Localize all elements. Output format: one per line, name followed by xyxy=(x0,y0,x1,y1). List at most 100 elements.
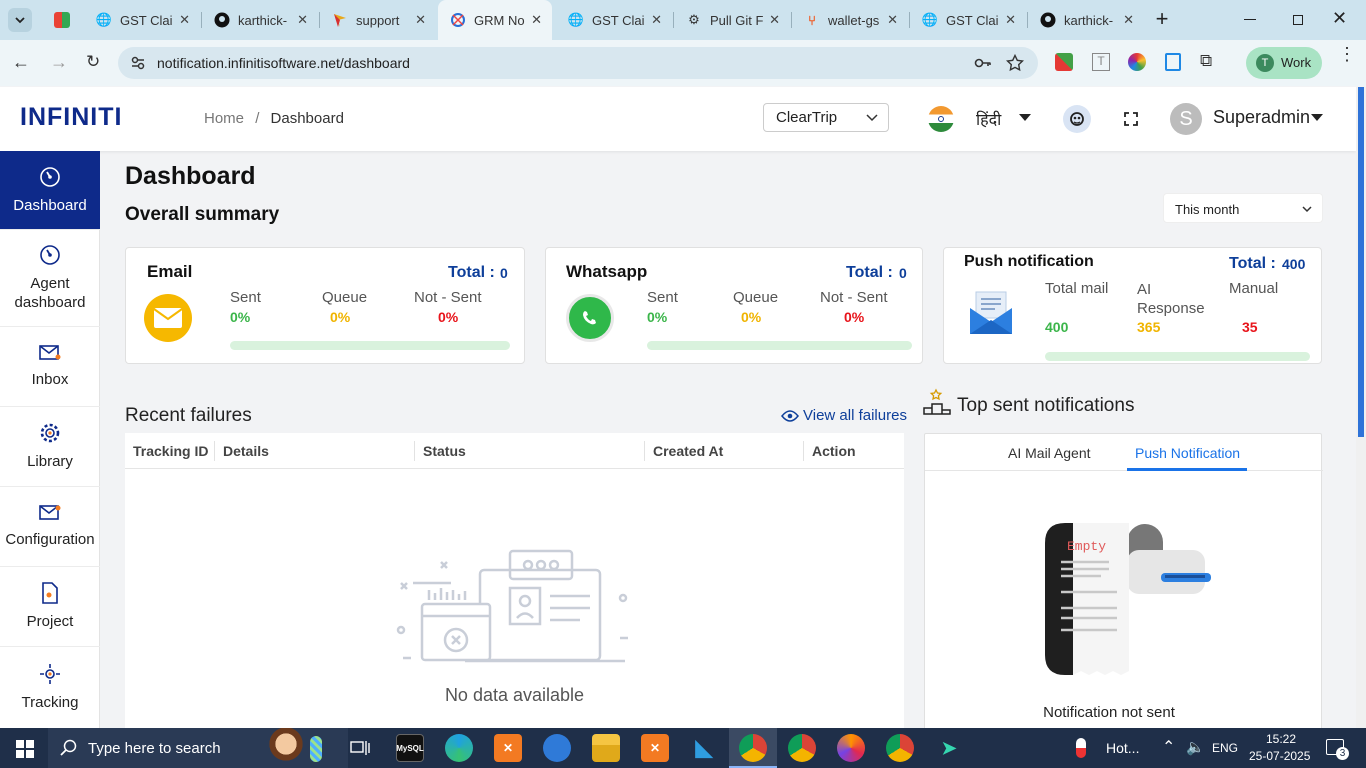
avatar[interactable]: S xyxy=(1170,103,1202,135)
extensions-puzzle-icon[interactable]: ⧉ xyxy=(1200,51,1212,71)
browser-menu-icon[interactable]: ⋮ xyxy=(1338,45,1356,63)
sidebar-item-dashboard[interactable]: Dashboard xyxy=(0,151,100,230)
logo[interactable]: INFINITI xyxy=(20,103,122,132)
tracking-target-icon xyxy=(40,664,60,684)
card-title: Push notification xyxy=(964,253,1094,270)
taskbar-edge-app[interactable] xyxy=(445,734,473,762)
sidebar-item-agent-dashboard[interactable]: Agent dashboard xyxy=(0,230,100,327)
taskbar-file-explorer-app[interactable] xyxy=(592,734,620,762)
extension-4-icon[interactable] xyxy=(1165,53,1181,71)
total-mail-label: Total mail xyxy=(1045,280,1109,297)
restore-button[interactable] xyxy=(1288,10,1308,30)
fullscreen-icon[interactable] xyxy=(1124,112,1138,126)
close-window-button[interactable]: ✕ xyxy=(1332,8,1352,30)
whatsapp-icon xyxy=(566,294,614,342)
grm-icon xyxy=(450,12,466,28)
view-all-failures-link[interactable]: View all failures xyxy=(781,407,907,424)
task-view-icon[interactable] xyxy=(350,739,370,757)
close-tab-icon[interactable]: ✕ xyxy=(887,12,898,28)
tab-9[interactable]: karthick- ✕ xyxy=(1028,0,1144,40)
tab-4-active[interactable]: GRM No ✕ xyxy=(438,0,552,40)
taskbar-terminal-app[interactable]: MySQL xyxy=(396,734,424,762)
period-select[interactable]: This month xyxy=(1163,193,1323,223)
windows-start-icon[interactable] xyxy=(16,740,34,758)
close-tab-icon[interactable]: ✕ xyxy=(179,12,190,28)
breadcrumb-home[interactable]: Home xyxy=(204,110,244,127)
caret-down-icon[interactable] xyxy=(1019,114,1031,121)
taskbar-xampp-app[interactable]: ✕ xyxy=(494,734,522,762)
back-button[interactable]: ← xyxy=(12,52,30,73)
sidebar-item-project[interactable]: Project xyxy=(0,567,100,647)
tab-7[interactable]: ⑂ wallet-gs ✕ xyxy=(792,0,908,40)
page-scrollbar[interactable] xyxy=(1356,87,1366,728)
tab-0[interactable] xyxy=(42,0,82,40)
clock-date[interactable]: 25-07-2025 xyxy=(1249,749,1310,763)
user-name[interactable]: Superadmin xyxy=(1213,107,1310,128)
language-select[interactable]: हिंदी xyxy=(976,108,1001,130)
close-tab-icon[interactable]: ✕ xyxy=(531,12,542,28)
tab-8[interactable]: 🌐 GST Clai ✕ xyxy=(910,0,1026,40)
tab-ai-mail-agent[interactable]: AI Mail Agent xyxy=(1008,445,1091,461)
volume-icon[interactable]: 🔈 xyxy=(1186,738,1205,756)
tab-search-button[interactable] xyxy=(8,8,32,32)
tray-chevron-up-icon[interactable]: ⌃ xyxy=(1162,737,1175,757)
globe-icon: 🌐 xyxy=(921,12,939,27)
taskbar-cursor-app[interactable]: ➤ xyxy=(935,734,963,762)
url-text[interactable]: notification.infinitisoftware.net/dashbo… xyxy=(157,55,410,71)
taskbar-teams-app[interactable] xyxy=(543,734,571,762)
taskbar-search-box[interactable]: Type here to search xyxy=(48,728,348,768)
sidebar-item-library[interactable]: Library xyxy=(0,407,100,487)
weather-icon[interactable] xyxy=(1076,738,1086,758)
tab-3[interactable]: support ✕ xyxy=(320,0,436,40)
forward-button[interactable]: → xyxy=(50,52,68,73)
extension-2-icon[interactable]: T xyxy=(1092,53,1110,71)
period-select-value: This month xyxy=(1175,202,1240,217)
profile-chip[interactable]: T Work xyxy=(1246,47,1322,79)
col-created-at: Created At xyxy=(653,443,724,459)
close-tab-icon[interactable]: ✕ xyxy=(651,12,662,28)
recent-failures-title: Recent failures xyxy=(125,405,252,426)
breadcrumb: Home / Dashboard xyxy=(204,110,344,127)
section-subtitle: Overall summary xyxy=(125,204,280,225)
sidebar-item-inbox[interactable]: Inbox xyxy=(0,327,100,407)
india-flag-icon[interactable] xyxy=(928,106,954,132)
close-tab-icon[interactable]: ✕ xyxy=(1123,12,1134,28)
bookmark-star-icon[interactable] xyxy=(1006,54,1024,72)
address-bar[interactable]: notification.infinitisoftware.net/dashbo… xyxy=(118,47,1038,79)
site-info-icon[interactable] xyxy=(130,55,146,71)
extension-1-icon[interactable] xyxy=(1055,53,1073,71)
taskbar-firefox-app[interactable] xyxy=(837,734,865,762)
close-tab-icon[interactable]: ✕ xyxy=(297,12,308,28)
sidebar-item-tracking[interactable]: Tracking xyxy=(0,647,100,728)
tab-5[interactable]: 🌐 GST Clai ✕ xyxy=(556,0,672,40)
reload-button[interactable]: ↻ xyxy=(86,52,100,72)
minimize-button[interactable] xyxy=(1240,10,1260,30)
clock-time[interactable]: 15:22 xyxy=(1266,732,1296,746)
close-tab-icon[interactable]: ✕ xyxy=(769,12,780,28)
tab-2[interactable]: karthick- ✕ xyxy=(202,0,318,40)
col-details: Details xyxy=(223,443,269,459)
tab-6[interactable]: ⚙ Pull Git F ✕ xyxy=(674,0,790,40)
sidebar-item-configuration[interactable]: Configuration xyxy=(0,487,100,567)
close-tab-icon[interactable]: ✕ xyxy=(415,12,426,28)
tab-push-notification[interactable]: Push Notification xyxy=(1135,445,1240,461)
theme-toggle-icon[interactable] xyxy=(1063,105,1091,133)
client-select[interactable]: ClearTrip xyxy=(763,103,889,132)
chevron-down-icon xyxy=(1302,206,1312,213)
weather-text[interactable]: Hot... xyxy=(1106,740,1139,756)
scrollbar-thumb[interactable] xyxy=(1358,87,1364,437)
user-menu-caret-icon[interactable] xyxy=(1311,114,1323,121)
taskbar-chrome-app-active[interactable] xyxy=(739,734,767,762)
new-tab-button[interactable]: + xyxy=(1150,8,1174,32)
close-tab-icon[interactable]: ✕ xyxy=(1005,12,1016,28)
extension-3-icon[interactable] xyxy=(1128,53,1146,71)
key-icon[interactable] xyxy=(974,55,992,71)
ai-response-value: 365 xyxy=(1137,319,1161,335)
taskbar-xampp-app-2[interactable]: ✕ xyxy=(641,734,669,762)
taskbar-chrome-app-2[interactable] xyxy=(886,734,914,762)
language-indicator[interactable]: ENG xyxy=(1212,741,1238,755)
taskbar-chrome-app[interactable] xyxy=(788,734,816,762)
notification-count: 3 xyxy=(1336,747,1349,760)
tab-1[interactable]: 🌐 GST Clai ✕ xyxy=(84,0,200,40)
taskbar-vscode-app[interactable]: ◣ xyxy=(690,734,718,762)
